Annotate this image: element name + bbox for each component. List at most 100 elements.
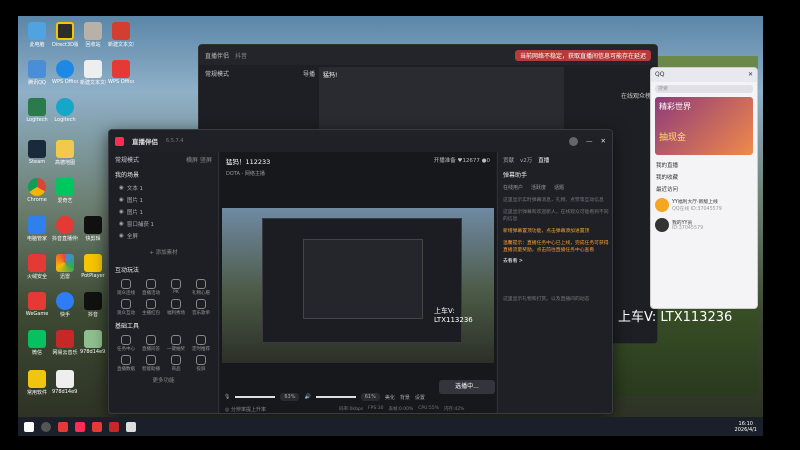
desktop-icon[interactable]: WeGame [24, 292, 50, 317]
interact-item[interactable]: 直播活动 [140, 279, 162, 296]
desktop-icon[interactable]: 网易云音乐 [52, 330, 78, 356]
scene-item[interactable]: ◉ 全屏 [109, 230, 218, 242]
app-icon[interactable] [92, 421, 102, 432]
tool-item[interactable]: 智能助播 [140, 355, 162, 372]
avatar[interactable] [569, 136, 579, 146]
desktop-icon[interactable]: 此电脑 [24, 22, 50, 48]
desktop-icon[interactable]: 微信 [24, 330, 50, 356]
desktop-icon[interactable]: WPS Office [108, 60, 134, 85]
eye-icon[interactable]: ◉ [119, 197, 124, 203]
start-icon[interactable] [24, 421, 34, 432]
icon-label: 高德地图 [54, 160, 75, 166]
live-companion-window[interactable]: 直播伴侣 6.5.7.4 — ✕ 常规模式 横屏 竖屏 我的场景 ◉ 文本 1 ◉… [108, 129, 613, 414]
desktop-icon[interactable]: 回收站 [80, 22, 106, 48]
desktop-icon[interactable]: 978d14e9... [52, 370, 78, 395]
scene-item[interactable]: ◉ 图片 1 [109, 206, 218, 218]
mic-slider[interactable] [235, 396, 276, 398]
speaker-icon[interactable]: 🔊 [304, 394, 310, 400]
interact-item[interactable]: 主播红包 [140, 299, 162, 316]
eye-icon[interactable]: ◉ [119, 233, 124, 239]
start-live-button[interactable]: 选播中... [439, 380, 495, 394]
desktop-icon[interactable]: PotPlayer [80, 254, 106, 279]
desktop-icon[interactable]: 电脑管家 [24, 216, 50, 242]
desktop-icon[interactable]: Chrome [24, 178, 50, 203]
eye-icon[interactable]: ◉ [119, 221, 124, 227]
desktop-icon[interactable]: Logitech [24, 98, 50, 123]
interact-item[interactable]: 音乐歌单 [190, 299, 212, 316]
tab-count[interactable]: v2万 [520, 156, 532, 164]
scene-item[interactable]: ◉ 窗口捕获 1 [109, 218, 218, 230]
eye-icon[interactable]: ◉ [119, 209, 124, 215]
clock[interactable]: 16:10 2026/4/1 [735, 421, 757, 433]
desktop-icon[interactable]: 抖音直播伴侣 [52, 216, 78, 242]
desktop-icon[interactable]: 常用软件 [24, 370, 50, 396]
mic-icon[interactable]: 🎙 [224, 394, 230, 400]
desktop-icon[interactable]: WPS Office [52, 60, 78, 85]
tool-item[interactable]: 商品 [165, 355, 187, 372]
desktop-icon[interactable]: Direct3D版 [52, 22, 78, 48]
interact-item[interactable]: 礼物心愿 [190, 279, 212, 296]
interact-item[interactable]: 福利秀场 [165, 299, 187, 316]
tab-activity[interactable]: 活跃度 [531, 184, 546, 191]
tool-item[interactable]: 直播问答 [140, 335, 162, 352]
qq-banner[interactable]: 精彩世界 抽现金 [655, 97, 753, 155]
stream-preview[interactable]: 上车V: LTX113236 [222, 208, 494, 363]
tab-online-users[interactable]: 在线用户 [503, 184, 523, 191]
desktop-icon[interactable]: 高德地图 [52, 140, 78, 166]
desktop-icon[interactable]: 快剪辑 [80, 216, 106, 242]
interact-item[interactable]: PK [165, 279, 187, 296]
app-icon[interactable] [126, 421, 136, 432]
close-icon[interactable]: ✕ [748, 71, 753, 79]
more-features-button[interactable]: 更多功能 [109, 374, 218, 386]
qq-window[interactable]: QQ ✕ 搜索 精彩世界 抽现金 我的直播 我的收藏 最近访问 YY福利大厅·新… [650, 67, 758, 309]
tab-landscape[interactable]: 横屏 [186, 157, 198, 164]
eye-icon[interactable]: ◉ [119, 185, 124, 191]
desktop-icon[interactable]: 腾讯QQ [24, 60, 50, 86]
close-icon[interactable]: ✕ [601, 137, 606, 145]
go-see-link[interactable]: 去看看 > [503, 258, 609, 266]
desktop-icon[interactable]: Logitech [52, 98, 78, 123]
background-button[interactable]: 背景 [400, 394, 410, 401]
beauty-button[interactable]: 美化 [385, 394, 395, 401]
tab-topic[interactable]: 话题 [554, 184, 564, 191]
desktop-icon[interactable]: 新建文本文档 [80, 60, 106, 86]
tool-item[interactable]: 任务中心 [115, 335, 137, 352]
resolution-hint[interactable]: ◎ 分辨率提上升率 [225, 406, 266, 413]
desktop-icon[interactable]: 迅雷 [52, 254, 78, 280]
tool-item[interactable]: 定时推荐 [190, 335, 212, 352]
interact-item[interactable]: 观众连线 [115, 279, 137, 296]
activity-icon [146, 279, 156, 289]
tool-item[interactable]: 一键抽奖 [165, 335, 187, 352]
tool-item[interactable]: 投屏 [190, 355, 212, 372]
qq-menu-item[interactable]: 我的收藏 [651, 171, 757, 183]
tool-item[interactable]: 直播数据 [115, 355, 137, 372]
desktop-icon[interactable]: 抖音 [80, 292, 106, 318]
desktop-icon[interactable]: 978d14e9... [80, 330, 106, 355]
qq-chat-item[interactable]: YY福利大厅·新版上线 QQ在线 ID:37045579 [651, 195, 757, 215]
scene-item[interactable]: ◉ 图片 1 [109, 194, 218, 206]
room-category[interactable]: DOTA - 网络主播 [220, 170, 496, 177]
live-companion-icon[interactable] [75, 421, 85, 432]
settings-button[interactable]: 设置 [415, 394, 425, 401]
search-icon[interactable] [41, 421, 51, 432]
app-icon[interactable] [109, 421, 119, 432]
tab-live[interactable]: 直播 [538, 156, 549, 164]
item-label: 任务中心 [117, 347, 135, 352]
desktop-icon[interactable]: 火绒安全 [24, 254, 50, 280]
tab-portrait[interactable]: 竖屏 [200, 157, 212, 164]
app-icon[interactable] [58, 421, 68, 432]
tab-contribution[interactable]: 贡献 [503, 156, 514, 164]
desktop-icon[interactable]: Steam [24, 140, 50, 165]
speaker-slider[interactable] [315, 396, 356, 398]
add-source-button[interactable]: + 添加素材 [109, 242, 218, 258]
qq-contact-item[interactable]: 我的YY员 ID:37045579 [651, 215, 757, 235]
scene-item[interactable]: ◉ 文本 1 [109, 182, 218, 194]
desktop-icon[interactable]: 快手 [52, 292, 78, 318]
interact-item[interactable]: 观众互动 [115, 299, 137, 316]
desktop-icon[interactable]: 新建文本文档 [108, 22, 134, 48]
qq-search-input[interactable]: 搜索 [655, 85, 753, 93]
minimize-icon[interactable]: — [586, 137, 593, 145]
desktop-icon[interactable]: 爱奇艺 [52, 178, 78, 204]
qq-menu-item[interactable]: 我的直播 [651, 159, 757, 171]
qq-menu-item[interactable]: 最近访问 [651, 183, 757, 195]
